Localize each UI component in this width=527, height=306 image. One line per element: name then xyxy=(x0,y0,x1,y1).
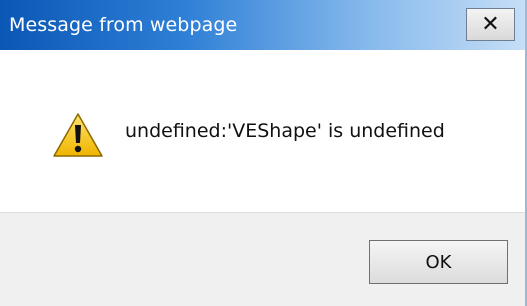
message-area: undefined:'VEShape' is undefined xyxy=(0,50,525,212)
warning-icon xyxy=(53,113,103,157)
ok-button[interactable]: OK xyxy=(369,240,508,284)
error-message: undefined:'VEShape' is undefined xyxy=(125,120,445,142)
close-button[interactable]: ✕ xyxy=(466,8,515,41)
window-title: Message from webpage xyxy=(9,14,238,36)
button-bar: OK xyxy=(0,212,525,306)
title-bar[interactable]: Message from webpage ✕ xyxy=(0,0,525,50)
close-icon: ✕ xyxy=(481,11,500,37)
message-dialog: Message from webpage ✕ undefined:'VEShap… xyxy=(0,0,527,306)
